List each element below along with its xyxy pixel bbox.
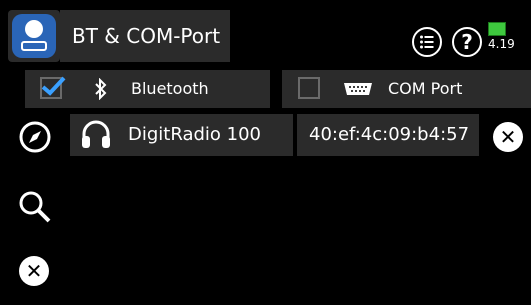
remove-icon: ✕	[499, 125, 517, 149]
page-title: BT & COM-Port	[72, 24, 221, 48]
bt-com-app-icon	[12, 14, 56, 58]
headphones-icon	[82, 120, 110, 148]
device-icon	[21, 41, 47, 51]
device-mac: 40:ef:4c:09:b4:57	[309, 124, 470, 145]
checkmark-icon	[41, 76, 66, 96]
remove-device-button[interactable]: ✕	[493, 122, 523, 152]
tab-label-bluetooth: Bluetooth	[131, 79, 209, 98]
compass-icon[interactable]	[18, 120, 52, 154]
list-icon	[420, 35, 434, 49]
bluetooth-icon	[25, 20, 43, 38]
menu-button[interactable]	[412, 27, 442, 57]
question-icon: ?	[461, 30, 473, 54]
bluetooth-icon	[95, 78, 107, 100]
serial-port-icon	[344, 83, 372, 95]
bluetooth-checkbox[interactable]	[40, 76, 66, 99]
close-circle-icon[interactable]: ✕	[19, 256, 49, 286]
battery-voltage: 4.19	[488, 37, 515, 51]
help-button[interactable]: ?	[452, 27, 482, 57]
device-name: DigitRadio 100	[128, 124, 262, 145]
search-icon[interactable]	[17, 189, 53, 225]
battery-icon	[488, 22, 506, 36]
com-port-checkbox[interactable]	[298, 77, 320, 99]
close-icon: ✕	[25, 259, 43, 283]
tab-label-com-port: COM Port	[388, 79, 463, 98]
